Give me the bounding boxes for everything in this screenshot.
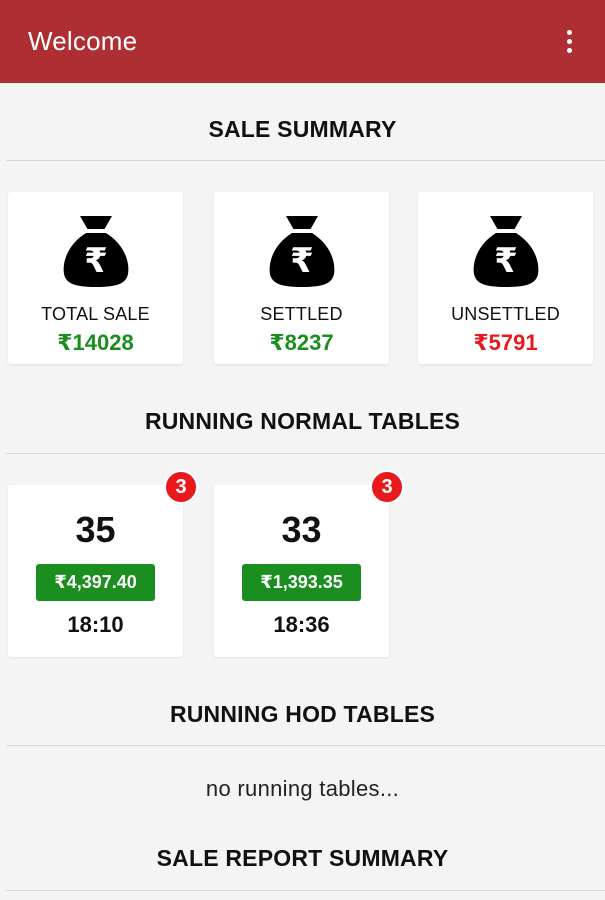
svg-text:₹: ₹: [84, 241, 108, 281]
sale-summary-heading: SALE SUMMARY: [208, 116, 397, 142]
money-bag-rupee-icon: ₹: [63, 216, 128, 287]
table-time: 18:36: [273, 612, 330, 637]
total-sale-label: TOTAL SALE: [41, 304, 150, 324]
money-bag-rupee-icon: ₹: [269, 216, 334, 287]
app-bar: Welcome: [0, 0, 605, 83]
running-normal-tables-heading: RUNNING NORMAL TABLES: [144, 408, 461, 434]
table-time: 18:10: [67, 612, 124, 637]
divider: [6, 890, 605, 891]
sale-report-summary-heading: SALE REPORT SUMMARY: [156, 845, 449, 871]
table-card-35[interactable]: 35 ₹4,397.40 18:10: [8, 485, 183, 657]
svg-text:₹: ₹: [290, 241, 314, 281]
settled-card[interactable]: ₹ SETTLED ₹8237: [214, 192, 389, 364]
settled-label: SETTLED: [260, 304, 343, 324]
divider: [6, 745, 605, 746]
unsettled-card[interactable]: ₹ UNSETTLED ₹5791: [418, 192, 593, 364]
empty-state-message: no running tables...: [205, 776, 400, 801]
table-card-33[interactable]: 33 ₹1,393.35 18:36: [214, 485, 389, 657]
more-vert-icon[interactable]: [557, 22, 581, 62]
app-title: Welcome: [28, 26, 138, 56]
item-count-badge: 3: [370, 470, 404, 504]
item-count-badge: 3: [164, 470, 198, 504]
divider: [6, 453, 605, 454]
table-amount: ₹4,397.40: [36, 564, 155, 601]
svg-text:₹: ₹: [494, 241, 518, 281]
table-number: 33: [281, 509, 322, 550]
total-sale-amount: ₹14028: [57, 330, 134, 355]
divider: [6, 160, 605, 161]
unsettled-amount: ₹5791: [473, 330, 538, 355]
money-bag-rupee-icon: ₹: [473, 216, 538, 287]
settled-amount: ₹8237: [269, 330, 334, 355]
table-amount: ₹1,393.35: [242, 564, 361, 601]
table-number: 35: [75, 509, 116, 550]
unsettled-label: UNSETTLED: [451, 304, 560, 324]
total-sale-card[interactable]: ₹ TOTAL SALE ₹14028: [8, 192, 183, 364]
running-hod-tables-heading: RUNNING HOD TABLES: [169, 701, 436, 727]
